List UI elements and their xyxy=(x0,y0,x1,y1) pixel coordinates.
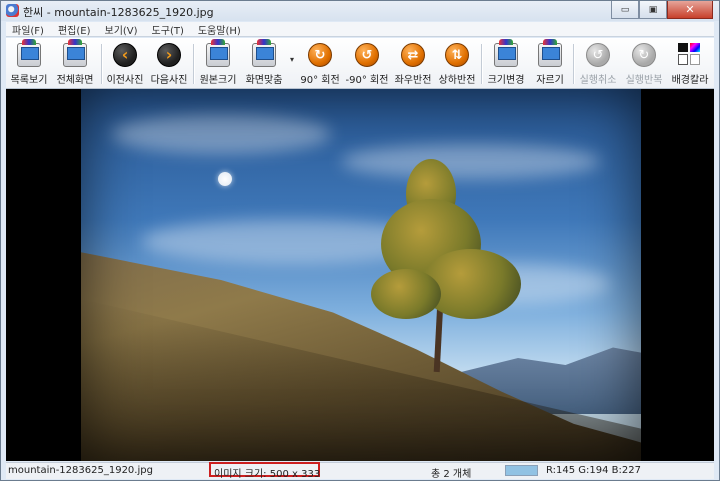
status-rgb-value: R:145 G:194 B:227 xyxy=(546,465,641,476)
minimize-button[interactable]: ▭ xyxy=(611,1,639,19)
fit-screen-icon xyxy=(252,39,276,67)
list-view-label: 목록보기 xyxy=(10,75,48,86)
list-view-button[interactable]: 목록보기 xyxy=(10,39,48,86)
undo-button[interactable]: ↺ 실행취소 xyxy=(578,42,618,86)
arrow-right-icon: › xyxy=(157,43,181,67)
list-view-icon xyxy=(17,39,41,67)
original-size-label: 원본크기 xyxy=(199,75,237,86)
background-color-button[interactable]: 배경칼라 xyxy=(670,42,710,86)
color-swatch xyxy=(505,465,538,476)
palette-icon xyxy=(678,43,702,67)
rotate-90-label: 90° 회전 xyxy=(300,75,340,86)
toolbar-separator xyxy=(573,44,574,84)
background-color-label: 배경칼라 xyxy=(671,75,709,86)
redo-label: 실행반복 xyxy=(625,75,663,86)
full-screen-label: 전체화면 xyxy=(56,75,94,86)
flip-vertical-button[interactable]: ⇅ 상하반전 xyxy=(437,42,477,86)
undo-icon: ↺ xyxy=(586,43,610,67)
flip-vertical-icon: ⇅ xyxy=(445,43,469,67)
toolbar-separator xyxy=(481,44,482,84)
original-size-button[interactable]: 원본크기 xyxy=(198,39,238,86)
title-bar[interactable]: 한씨 - mountain-1283625_1920.jpg ▭ ▣ ✕ xyxy=(1,1,719,21)
displayed-photo xyxy=(81,89,641,461)
full-screen-button[interactable]: 전체화면 xyxy=(53,39,97,86)
flip-horizontal-button[interactable]: ⇄ 좌우반전 xyxy=(393,42,433,86)
resize-icon xyxy=(494,39,518,67)
resize-label: 크기변경 xyxy=(487,75,525,86)
arrow-left-icon: ‹ xyxy=(113,43,137,67)
next-photo-button[interactable]: › 다음사진 xyxy=(149,42,189,86)
rotate-clockwise-icon: ↻ xyxy=(308,43,332,67)
app-icon[interactable] xyxy=(6,4,19,17)
close-button[interactable]: ✕ xyxy=(667,1,713,19)
toolbar: 목록보기 전체화면 ‹ 이전사진 › 다음사진 원본크기 화면맞춤 ▾ ↻ 90… xyxy=(6,38,714,89)
flip-horizontal-icon: ⇄ xyxy=(401,43,425,67)
menu-edit[interactable]: 편집(E) xyxy=(56,22,93,37)
status-filename: mountain-1283625_1920.jpg xyxy=(8,465,153,476)
menu-view[interactable]: 보기(V) xyxy=(103,22,140,37)
rotate-minus-90-button[interactable]: ↺ -90° 회전 xyxy=(345,42,389,86)
toolbar-separator xyxy=(101,44,102,84)
status-image-size: 이미지 크기: 500 x 333 xyxy=(214,469,321,480)
flip-horizontal-label: 좌우반전 xyxy=(394,75,432,86)
window-title: 한씨 - mountain-1283625_1920.jpg xyxy=(23,6,214,19)
rotate-90-button[interactable]: ↻ 90° 회전 xyxy=(300,42,340,86)
crop-icon xyxy=(538,39,562,67)
crop-button[interactable]: 자르기 xyxy=(532,39,568,86)
menu-help[interactable]: 도움말(H) xyxy=(196,22,243,37)
restore-button[interactable]: ▣ xyxy=(639,1,667,19)
status-object-count: 총 2 개체 xyxy=(431,469,472,480)
resize-button[interactable]: 크기변경 xyxy=(486,39,526,86)
redo-icon: ↻ xyxy=(632,43,656,67)
prev-photo-button[interactable]: ‹ 이전사진 xyxy=(105,42,145,86)
undo-label: 실행취소 xyxy=(579,75,617,86)
menu-file[interactable]: 파일(F) xyxy=(10,22,46,37)
rotate-counterclockwise-icon: ↺ xyxy=(355,43,379,67)
fit-screen-button[interactable]: 화면맞춤 xyxy=(244,39,284,86)
crop-label: 자르기 xyxy=(536,75,564,86)
rotate-minus-90-label: -90° 회전 xyxy=(345,75,389,86)
window-controls: ▭ ▣ ✕ xyxy=(611,1,713,19)
status-bar: mountain-1283625_1920.jpg 이미지 크기: 500 x … xyxy=(6,462,714,480)
vignette xyxy=(81,89,641,461)
next-photo-label: 다음사진 xyxy=(150,75,188,86)
prev-photo-label: 이전사진 xyxy=(106,75,144,86)
redo-button[interactable]: ↻ 실행반복 xyxy=(624,42,664,86)
app-window: 한씨 - mountain-1283625_1920.jpg ▭ ▣ ✕ 파일(… xyxy=(0,0,720,481)
menu-bar: 파일(F) 편집(E) 보기(V) 도구(T) 도움말(H) xyxy=(6,22,714,37)
flip-vertical-label: 상하반전 xyxy=(438,75,476,86)
toolbar-separator xyxy=(193,44,194,84)
full-screen-icon xyxy=(63,39,87,67)
fit-screen-dropdown-icon[interactable]: ▾ xyxy=(290,55,294,64)
fit-screen-label: 화면맞춤 xyxy=(245,75,283,86)
image-viewer[interactable] xyxy=(6,89,714,461)
original-size-icon xyxy=(206,39,230,67)
menu-tools[interactable]: 도구(T) xyxy=(150,22,186,37)
